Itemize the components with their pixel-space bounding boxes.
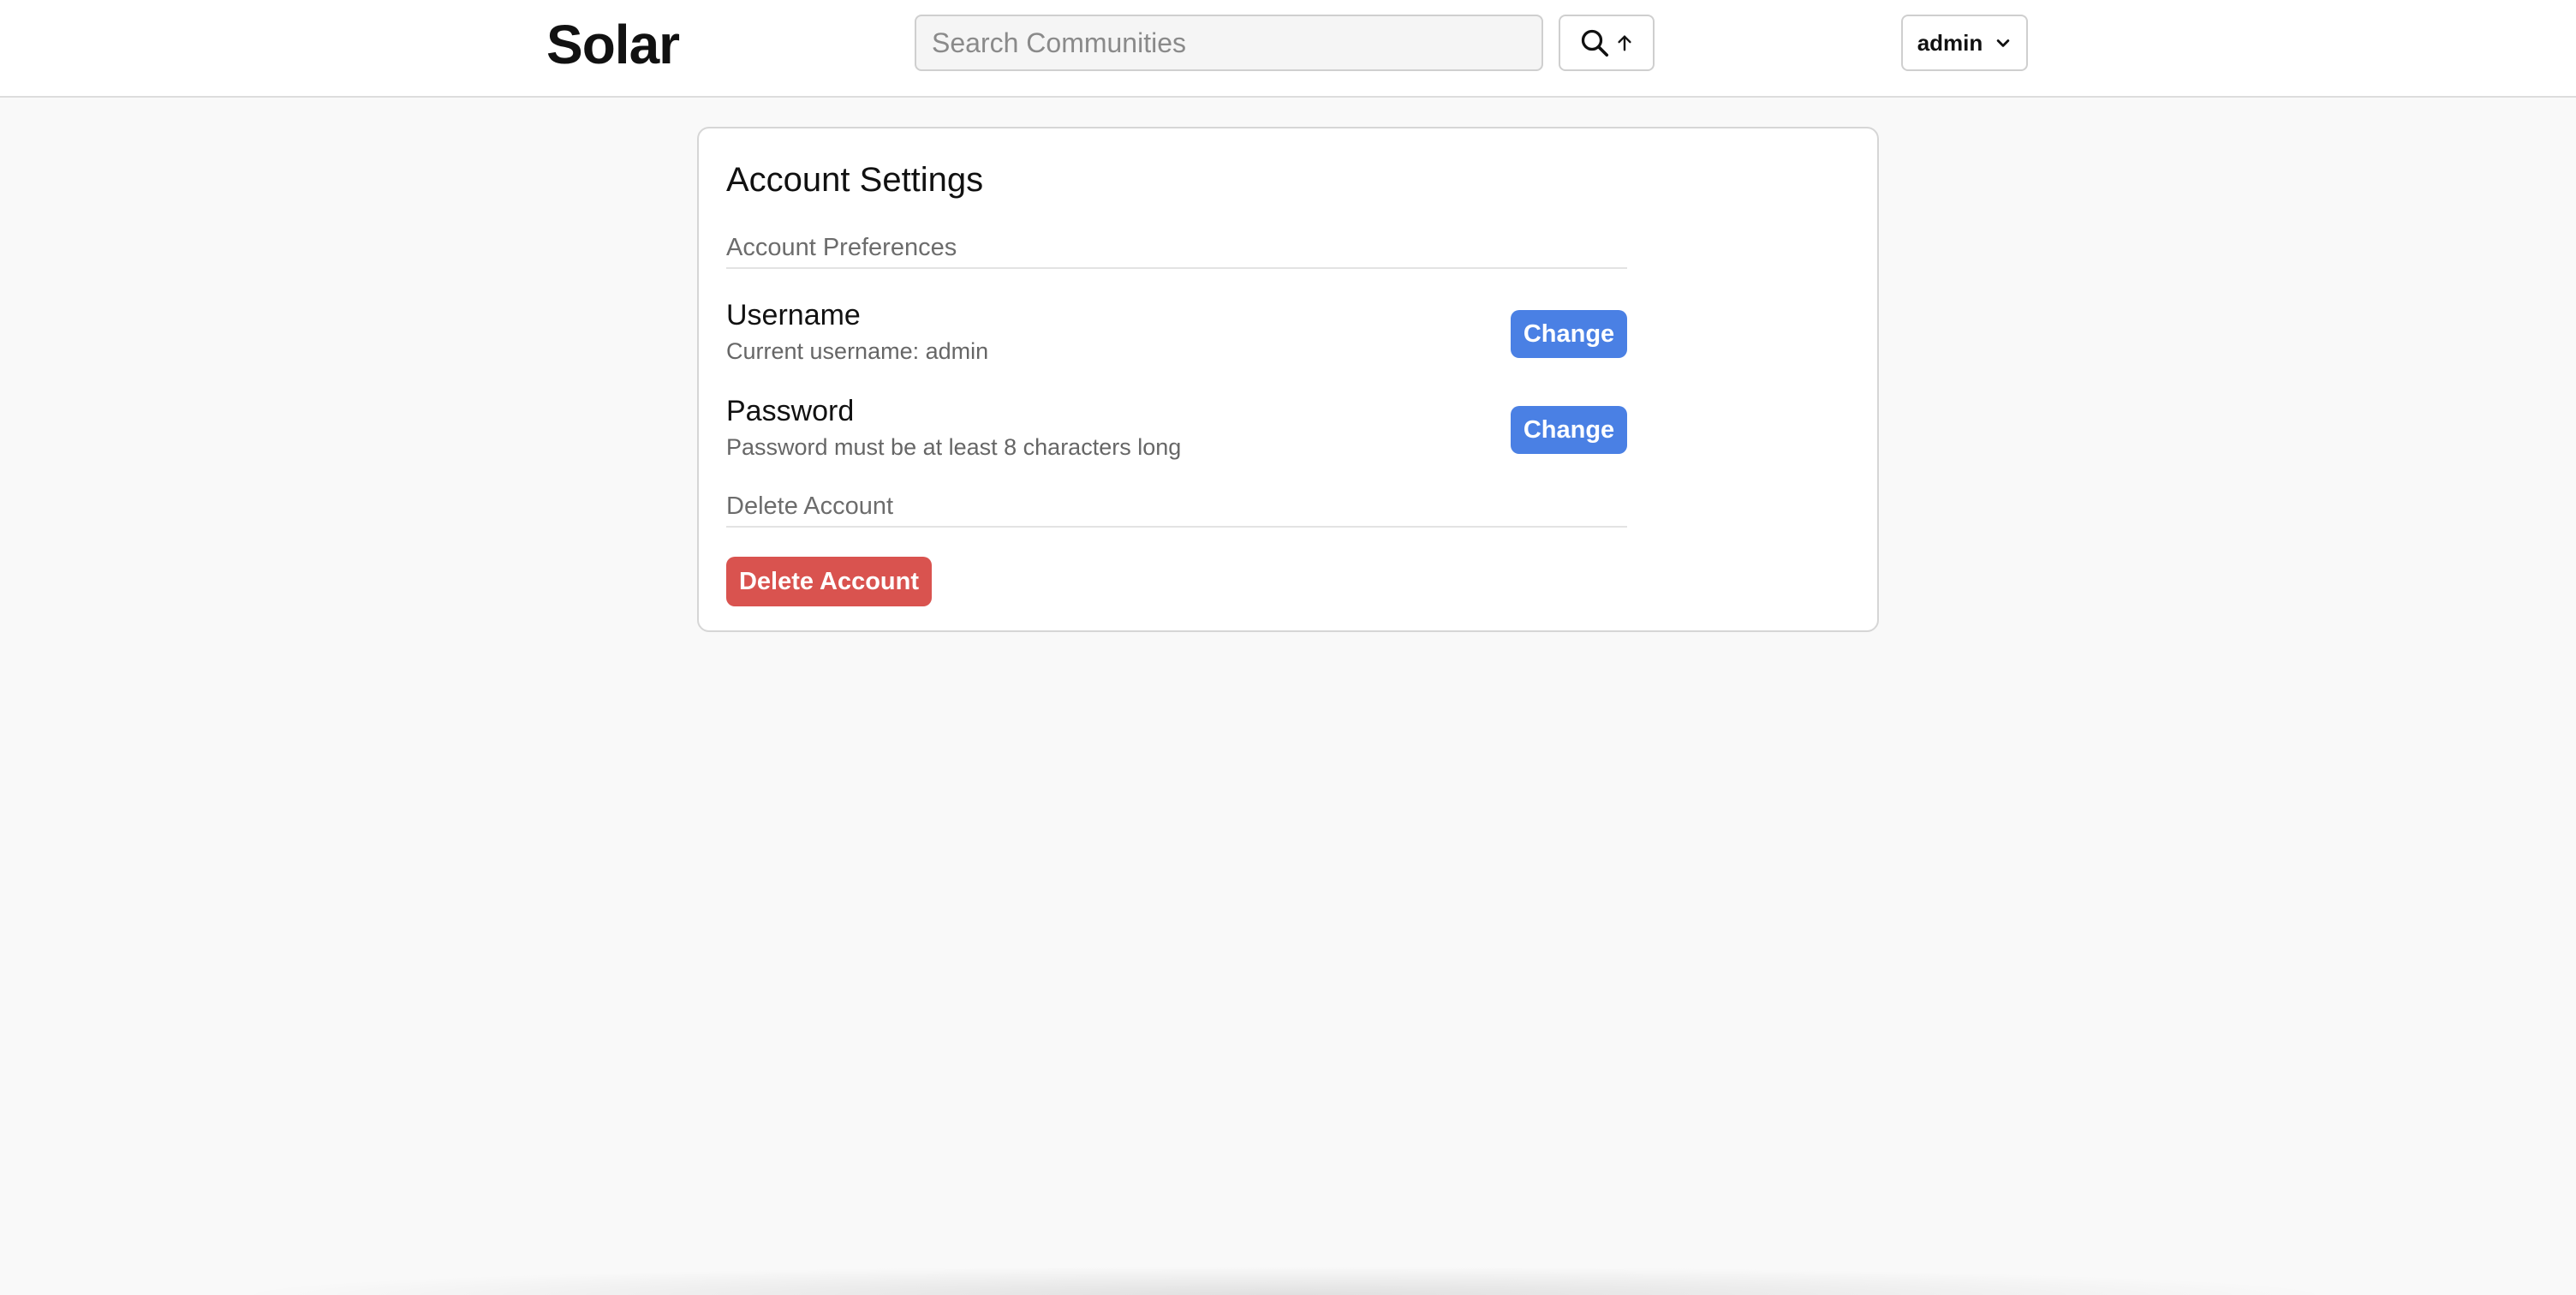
- user-menu-label: admin: [1917, 29, 1983, 56]
- section-heading-account-preferences: Account Preferences: [726, 233, 1627, 269]
- site-logo[interactable]: Solar: [546, 9, 680, 81]
- user-menu-dropdown[interactable]: admin: [1901, 15, 2028, 71]
- chevron-down-icon: [1997, 39, 2010, 47]
- password-setting-title: Password: [726, 395, 855, 427]
- search-input[interactable]: [915, 15, 1543, 71]
- username-setting-title: Username: [726, 299, 861, 331]
- search-button[interactable]: [1559, 15, 1655, 71]
- account-settings-card: Account Settings Account Preferences Use…: [697, 127, 1879, 632]
- top-nav-bar: Solar admin: [0, 0, 2576, 98]
- page-title: Account Settings: [726, 161, 984, 199]
- password-setting-description: Password must be at least 8 characters l…: [726, 434, 1182, 460]
- arrow-up-icon: [1618, 35, 1631, 51]
- search-icon: [1581, 29, 1609, 57]
- section-heading-delete-account: Delete Account: [726, 492, 1627, 528]
- delete-account-button[interactable]: Delete Account: [726, 557, 932, 606]
- username-setting-description: Current username: admin: [726, 338, 989, 364]
- bottom-shadow: [223, 1266, 2346, 1295]
- change-password-button[interactable]: Change: [1511, 406, 1627, 454]
- change-username-button[interactable]: Change: [1511, 310, 1627, 358]
